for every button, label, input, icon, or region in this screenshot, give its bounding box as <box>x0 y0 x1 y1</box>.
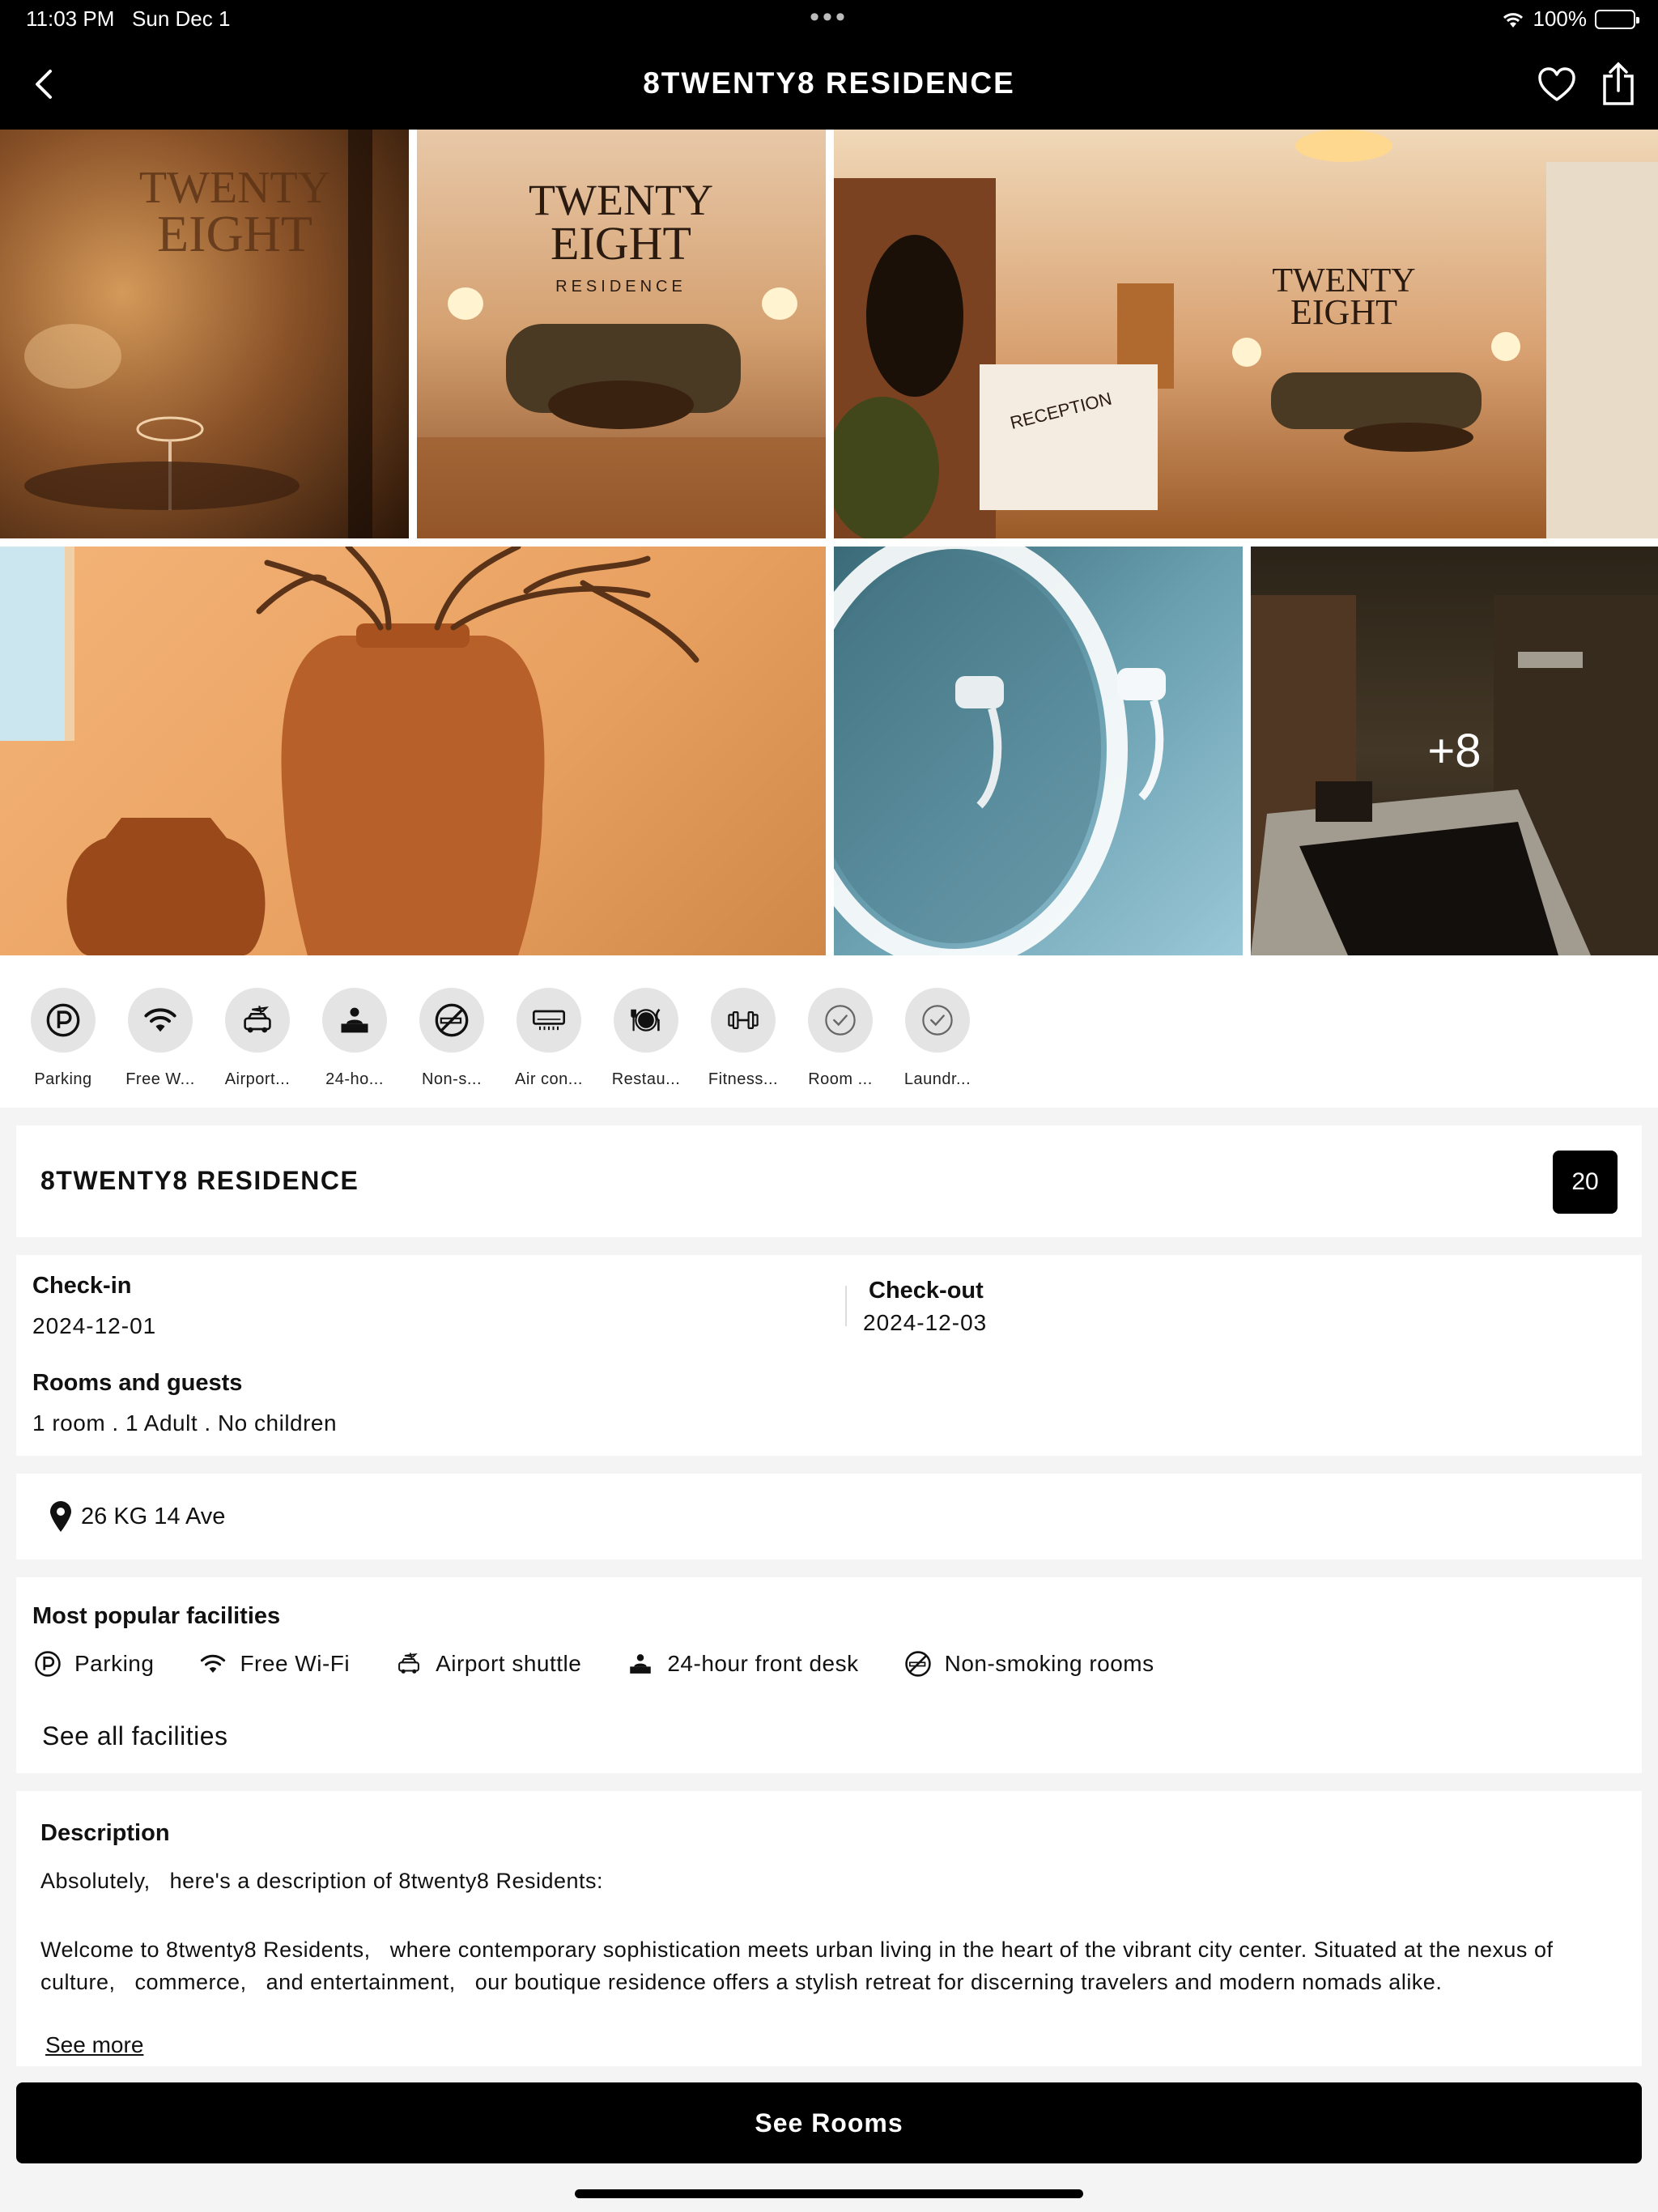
description-body: Welcome to 8twenty8 Residents, where con… <box>40 1938 1560 1994</box>
svg-text:EIGHT: EIGHT <box>551 217 691 270</box>
popular-facility-item: 24-hour front desk <box>627 1650 858 1678</box>
hotel-name: 8TWENTY8 RESIDENCE <box>40 1166 359 1195</box>
check-circle-icon <box>905 988 970 1053</box>
facility-chip-label: Room ... <box>808 1070 873 1088</box>
top-bar: 11:03 PM Sun Dec 1 ••• 100% 8TWENTY8 RES… <box>0 0 1658 130</box>
popular-facility-item: Non-smoking rooms <box>904 1650 1154 1678</box>
popular-facility-item: Parking <box>34 1650 154 1678</box>
check-circle-icon <box>808 988 873 1053</box>
facility-chip-label: Non-s... <box>421 1070 483 1088</box>
page-title: 8TWENTY8 RESIDENCE <box>643 66 1015 100</box>
rooms-guests-label: Rooms and guests <box>32 1370 243 1396</box>
gallery-photo-reception[interactable]: TWENTY EIGHT RECEPTION <box>834 130 1658 538</box>
favorite-heart-icon[interactable] <box>1537 65 1577 105</box>
facility-chip[interactable]: 24-ho... <box>306 955 403 1108</box>
description-title: Description <box>40 1820 170 1846</box>
facility-chip[interactable]: Non-s... <box>403 955 500 1108</box>
facility-chip[interactable]: Fitness... <box>695 955 792 1108</box>
facility-icon-strip: Parking Free W... Airport... 24-ho... No… <box>0 955 1658 1108</box>
battery-icon <box>1595 9 1639 29</box>
more-photos-overlay[interactable]: +8 <box>1251 547 1658 955</box>
date-divider <box>845 1286 847 1326</box>
facility-chip[interactable]: Restau... <box>597 955 695 1108</box>
air-conditioner-icon <box>517 988 581 1053</box>
popular-facility-item: Free Wi-Fi <box>199 1650 350 1678</box>
photo-gallery: TWENTY EIGHT TWENTY EIGHT RESIDENCE TWEN… <box>0 130 1658 955</box>
booking-details-card[interactable]: Check-in 2024-12-01 Check-out 2024-12-03… <box>16 1255 1642 1456</box>
shuttle-icon <box>225 988 290 1053</box>
checkout-label: Check-out <box>869 1278 984 1304</box>
facility-chip-label: Air con... <box>515 1070 583 1088</box>
popular-facility-label: 24-hour front desk <box>667 1651 859 1676</box>
facility-chip[interactable]: Air con... <box>500 955 597 1108</box>
popular-facility-item: Airport shuttle <box>395 1650 581 1678</box>
facility-chip[interactable]: Parking <box>15 955 112 1108</box>
facility-chip-label: Airport... <box>224 1070 291 1088</box>
see-all-facilities-link[interactable]: See all facilities <box>42 1721 228 1751</box>
multitasking-dots[interactable]: ••• <box>810 3 848 31</box>
parking-icon <box>31 988 96 1053</box>
status-bar: 11:03 PM Sun Dec 1 ••• 100% <box>0 0 1658 37</box>
battery-percent: 100% <box>1533 6 1588 31</box>
gallery-photo-bedroom-more[interactable]: +8 <box>1251 547 1658 955</box>
no-smoking-icon <box>904 1650 932 1678</box>
popular-facilities-card: Most popular facilities Parking Free Wi-… <box>16 1577 1642 1773</box>
svg-text:EIGHT: EIGHT <box>157 205 312 262</box>
facility-chip-label: Free W... <box>125 1070 195 1088</box>
gallery-photo-vases[interactable] <box>0 547 826 955</box>
description-intro: Absolutely, here's a description of 8twe… <box>40 1869 604 1893</box>
shuttle-icon <box>395 1650 423 1678</box>
hotel-name-card: 8TWENTY8 RESIDENCE 20 <box>16 1125 1642 1237</box>
wifi-icon <box>199 1650 227 1678</box>
wifi-status-icon <box>1503 12 1523 28</box>
facility-chip[interactable]: Free W... <box>112 955 209 1108</box>
see-rooms-button[interactable]: See Rooms <box>16 2082 1642 2163</box>
popular-facility-label: Parking <box>74 1651 155 1676</box>
facility-chip-label: Parking <box>34 1070 92 1088</box>
review-score-badge: 20 <box>1553 1151 1618 1214</box>
gallery-photo-bathroom[interactable] <box>834 547 1243 955</box>
description-card: Description Absolutely, here's a descrip… <box>16 1791 1642 2066</box>
checkin-value: 2024-12-01 <box>32 1313 157 1338</box>
gallery-photo-lounge[interactable]: TWENTY EIGHT RESIDENCE <box>417 130 826 538</box>
address-text: 26 KG 14 Ave <box>81 1503 226 1529</box>
front-desk-icon <box>322 988 387 1053</box>
share-icon[interactable] <box>1598 62 1639 107</box>
home-indicator[interactable] <box>575 2189 1083 2198</box>
popular-facilities-title: Most popular facilities <box>32 1603 281 1629</box>
front-desk-icon <box>627 1650 654 1678</box>
facility-chip-label: 24-ho... <box>325 1070 384 1088</box>
rooms-guests-value: 1 room . 1 Adult . No children <box>32 1410 338 1436</box>
popular-facilities-list: Parking Free Wi-Fi Airport shuttle 24-ho… <box>34 1650 1200 1678</box>
status-right: 100% <box>1501 6 1639 32</box>
facility-chip-label: Fitness... <box>708 1070 779 1088</box>
dumbbell-icon <box>711 988 776 1053</box>
popular-facility-label: Free Wi-Fi <box>240 1651 351 1676</box>
navigation-bar: 8TWENTY8 RESIDENCE <box>0 49 1658 121</box>
svg-text:RESIDENCE: RESIDENCE <box>555 278 687 296</box>
facility-chip-label: Restau... <box>611 1070 681 1088</box>
popular-facility-label: Airport shuttle <box>436 1651 582 1676</box>
wifi-icon <box>128 988 193 1053</box>
address-card[interactable]: 26 KG 14 Ave <box>16 1474 1642 1559</box>
checkin-label: Check-in <box>32 1273 132 1299</box>
facility-chip[interactable]: Airport... <box>209 955 306 1108</box>
location-pin-icon <box>50 1501 71 1532</box>
see-more-link[interactable]: See more <box>45 2032 143 2058</box>
no-smoking-icon <box>419 988 484 1053</box>
status-time: 11:03 PM Sun Dec 1 <box>26 6 231 31</box>
facility-chip[interactable]: Laundr... <box>889 955 986 1108</box>
facility-chip[interactable]: Room ... <box>792 955 889 1108</box>
popular-facility-label: Non-smoking rooms <box>944 1651 1154 1676</box>
svg-text:EIGHT: EIGHT <box>1290 292 1397 332</box>
restaurant-icon <box>614 988 678 1053</box>
gallery-photo-dining[interactable]: TWENTY EIGHT <box>0 130 409 538</box>
checkout-value: 2024-12-03 <box>863 1310 988 1335</box>
parking-icon <box>34 1650 62 1678</box>
facility-chip-label: Laundr... <box>903 1070 971 1088</box>
